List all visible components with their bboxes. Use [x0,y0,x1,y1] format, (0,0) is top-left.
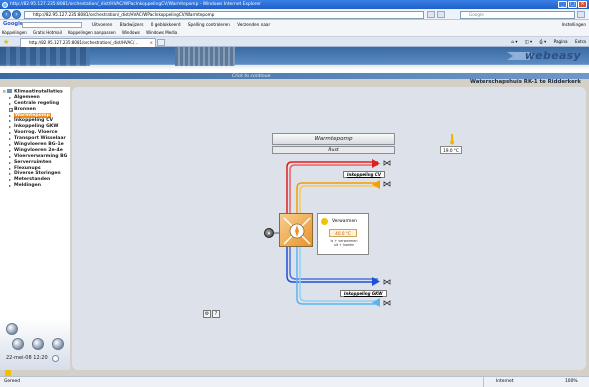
clock-icon[interactable] [52,355,59,362]
link-item[interactable]: Koppelingen aanpassen [68,30,116,35]
webeasy-logo: webeasy [501,49,581,62]
tree-item-label: Inkoppeling CV [14,118,53,124]
window-title-bar: http://82.95.127.235:8081/orchestation/_… [0,0,589,9]
tools-icon[interactable] [12,338,24,350]
tree-item-label: Voorrog. Vloerce [14,130,58,136]
address-row: ‹ › http://82.95.127.235:8081/orchestrat… [0,9,589,20]
sensor-gauge-icon[interactable]: ◉ [264,228,274,238]
tree-item-label: Flexunups [14,165,41,171]
zoom-level[interactable]: 100% [565,377,578,387]
browser-tab[interactable]: http://82.95.127.235:8081/orchestration/… [20,38,156,47]
google-item[interactable]: 0 geblokkeerd [151,22,181,27]
google-search-input[interactable] [22,21,82,28]
google-item[interactable]: Uitvoeren [92,22,112,27]
logo-text: webeasy [524,49,581,62]
google-item[interactable]: Verzenden naar [237,22,270,27]
google-item[interactable]: Bladwijzers [120,22,144,27]
tree-item-label: Algemeen [14,94,40,100]
tree-item-label: Vloerverwarming BG [14,153,68,159]
circuit-gkw-link[interactable]: Inkoppeling GKW [340,290,387,297]
google-item[interactable]: Spelling controleren [188,22,230,27]
ie-icon [2,1,8,8]
pump-mode-panel: Verwarmen 40.0 °C Is + verwarmen uit + k… [317,213,369,255]
expand-icon[interactable]: + [9,107,13,112]
tree-item[interactable]: Meldingen [3,183,70,189]
page-menu[interactable]: Pagina [554,39,568,44]
links-bar: Koppelingen Gratis Hotmail Koppelingen a… [0,29,589,37]
tree-item-label: Diverse Storingen [14,171,61,177]
tree-item-label: Meldingen [14,183,42,189]
heat-pump-icon[interactable] [279,213,313,247]
building-icon [7,89,13,93]
status-button[interactable]: Rust [272,146,395,154]
command-bar: ⌂ ▾ ◫ ▾ ⎙ ▾ Pagina Extra [505,37,586,47]
help-button[interactable]: ? [212,310,220,318]
thermometer-icon[interactable] [6,323,18,335]
back-arrow-icon[interactable]: ‹ [2,10,11,19]
circuit-cv-link[interactable]: Inkoppeling CV [343,171,385,178]
window-title: http://82.95.127.235:8081/orchestation/_… [10,2,261,7]
link-item[interactable]: Windows [122,30,140,35]
google-toolbar: Google Uitvoeren Bladwijzers 0 geblokkee… [0,20,589,29]
close-button[interactable]: × [578,1,587,8]
app-header: Click to continue webeasy [0,47,589,79]
header-photo-building [175,47,235,66]
links-label: Koppelingen [2,30,27,35]
security-zone: Internet [483,377,543,387]
tree-item-label: Inkoppeling GKW [14,124,59,130]
tab-bar: ★ http://82.95.127.235:8081/orchestratio… [0,37,589,47]
minimize-button[interactable]: _ [558,1,567,8]
refresh-icon[interactable] [427,11,435,18]
tree-root-label: Klimaatinstallaties [14,89,63,95]
feeds-icon[interactable]: ◫ ▾ [525,39,532,44]
link-item[interactable]: Gratis Hotmail [33,30,62,35]
search-input[interactable]: Google [460,10,575,19]
heat-pump-fan-icon [283,217,311,245]
sun-icon [321,218,328,225]
google-toolbar-items: Uitvoeren Bladwijzers 0 geblokkeerd Spel… [92,20,276,29]
forward-arrow-icon[interactable]: › [12,10,21,19]
click-to-continue-link[interactable]: Click to continue [232,74,270,79]
search-icon[interactable] [577,11,585,18]
tree-item-label: Centrale regeling [14,100,60,106]
tab-close-icon[interactable]: × [150,39,153,47]
tree-item-label: Bronnen [14,106,36,112]
tree-item-label: Meterstanden [14,177,51,183]
status-text: Gereed [4,379,21,384]
print-icon[interactable]: ⎙ ▾ [540,39,547,44]
maximize-button[interactable]: □ [568,1,577,8]
tab-label: http://82.95.127.235:8081/orchestration/… [29,40,139,45]
tree-item-label: Transport Wisselaar [14,136,66,142]
stop-icon[interactable] [437,11,445,18]
google-settings[interactable]: Instellingen [562,20,586,29]
google-logo: Google [3,21,24,27]
link-icon[interactable]: ⚙ [203,310,211,318]
outdoor-temperature: 19.0 °C [440,146,462,154]
tools-menu[interactable]: Extra [575,39,586,44]
outdoor-temperature-icon [450,134,455,145]
home-icon[interactable]: ⌂ ▾ [511,39,517,44]
alarm-bell-icon[interactable] [32,338,44,350]
status-bar: Gereed Internet 100% [0,376,589,387]
date-time: 22-mei-08 12:20 [6,355,48,361]
calendar-icon[interactable] [52,338,64,350]
new-tab-button[interactable] [157,39,165,46]
location-title: Waterschapshuis RK-1 te Ridderkerk [469,79,581,85]
pump-mode-label: Verwarmen [332,219,357,224]
tree-item-label: Wingvloeren BG-1e [14,142,64,148]
tree-item-label: Wingvloeren 2e-4e [14,147,63,153]
tree-item-label: Serverruimten [14,159,52,165]
address-field[interactable]: http://82.95.127.235:8081/orchestration/… [24,10,424,19]
diagram-tools: ⚙ ? [203,310,220,318]
pump-mode-note: Is + verwarmen uit + koelen [330,239,358,247]
navigation-tree: ⊟ Klimaatinstallaties AlgemeenCentrale r… [0,87,70,189]
address-buttons [427,11,445,18]
supply-temperature: 40.0 °C [329,229,357,237]
link-item[interactable]: Windows Media [146,30,177,35]
window-controls: _ □ × [558,1,587,8]
header-photo [0,47,90,66]
warmtepomp-title-button[interactable]: Warmtepomp [272,133,395,145]
collapse-icon[interactable]: ⊟ [3,90,6,94]
favorites-star-icon[interactable]: ★ [3,38,9,46]
